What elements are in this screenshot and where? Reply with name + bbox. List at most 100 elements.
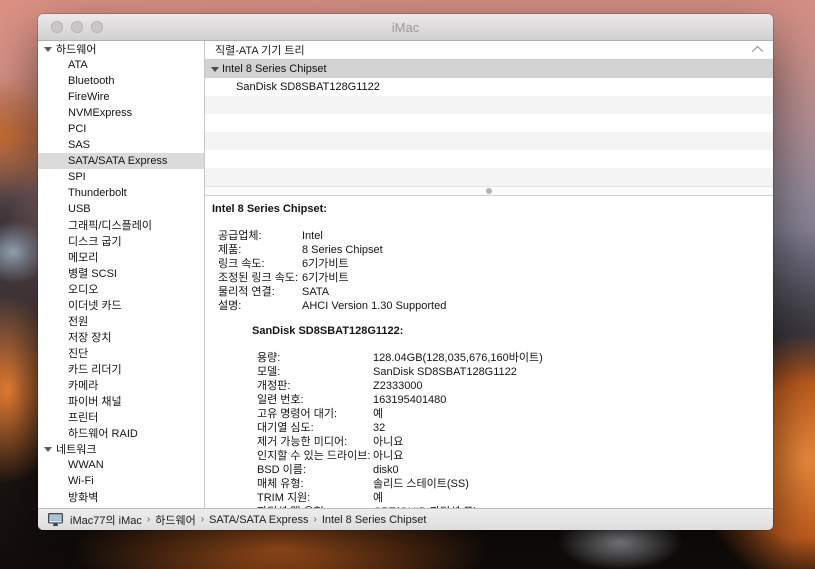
sidebar-item-kr-2[interactable]: 방화벽	[38, 489, 204, 505]
detail-value: SATA	[302, 285, 329, 299]
sidebar-item-nvmexpress[interactable]: NVMExpress	[38, 105, 204, 121]
breadcrumb-separator: ›	[201, 514, 204, 525]
breadcrumb-separator: ›	[313, 514, 316, 525]
detail-row: 조정된 링크 속도:6기가비트	[212, 271, 763, 285]
details-section-heading: SanDisk SD8SBAT128G1122:	[252, 324, 763, 338]
sidebar-item-raid[interactable]: 하드웨어 RAID	[38, 425, 204, 441]
sidebar-item-scsi[interactable]: 병렬 SCSI	[38, 265, 204, 281]
minimize-button[interactable]	[71, 21, 83, 33]
detail-row: 일련 번호:163195401480	[252, 393, 763, 407]
sidebar-item-kr-16[interactable]: 전원	[38, 313, 204, 329]
sidebar-item-kr-19[interactable]: 카드 리더기	[38, 361, 204, 377]
sidebar-item-sata-sata-express[interactable]: SATA/SATA Express	[38, 153, 204, 169]
sidebar-item-wi-fi[interactable]: Wi-Fi	[38, 473, 204, 489]
disclosure-triangle-icon[interactable]	[211, 67, 219, 72]
sidebar-item-firewire[interactable]: FireWire	[38, 89, 204, 105]
sidebar-item-spi[interactable]: SPI	[38, 169, 204, 185]
detail-row: 인지할 수 있는 드라이브:아니요	[252, 449, 763, 463]
sidebar-item-kr-17[interactable]: 저장 장치	[38, 329, 204, 345]
main-pane: 직렬-ATA 기기 트리 Intel 8 Series Chipset SanDi…	[205, 41, 773, 508]
detail-label: 링크 속도:	[218, 257, 302, 271]
tree-row-label: SanDisk SD8SBAT128G1122	[205, 81, 380, 93]
detail-row: 설명:AHCI Version 1.30 Supported	[212, 299, 763, 313]
zoom-button[interactable]	[91, 21, 103, 33]
window-controls	[38, 21, 103, 33]
sidebar-item-wwan[interactable]: WWAN	[38, 457, 204, 473]
sidebar-item-pci[interactable]: PCI	[38, 121, 204, 137]
tree-column-header-label: 직렬-ATA 기기 트리	[215, 42, 305, 58]
breadcrumb: iMac77의 iMac›하드웨어›SATA/SATA Express›Inte…	[70, 512, 426, 528]
sidebar-item-label: 하드웨어 RAID	[68, 425, 138, 441]
sidebar-group-label: 네트워크	[56, 441, 96, 457]
detail-label: 제거 가능한 미디어:	[257, 435, 373, 449]
sidebar-item-kr-18[interactable]: 진단	[38, 345, 204, 361]
detail-row: 매체 유형:솔리드 스테이트(SS)	[252, 477, 763, 491]
device-tree: Intel 8 Series Chipset SanDisk SD8SBAT128…	[205, 60, 773, 186]
sidebar-group-kr-0[interactable]: 하드웨어	[38, 41, 204, 57]
sidebar-item-label: Bluetooth	[68, 75, 114, 87]
disclosure-triangle-icon[interactable]	[44, 447, 52, 452]
sidebar-item-kr-20[interactable]: 카메라	[38, 377, 204, 393]
sidebar-item-label: 프린터	[68, 409, 98, 425]
sidebar-item-label: NVMExpress	[68, 107, 132, 119]
sidebar-item-label: USB	[68, 203, 91, 215]
detail-value: 32	[373, 421, 385, 435]
tree-row-empty	[205, 114, 773, 132]
detail-value: 6기가비트	[302, 257, 349, 271]
sidebar-group-label: 하드웨어	[56, 41, 96, 57]
tree-column-header[interactable]: 직렬-ATA 기기 트리	[205, 41, 773, 60]
sidebar-item-label: SPI	[68, 171, 86, 183]
sort-ascending-icon	[752, 46, 763, 57]
tree-row-label: Intel 8 Series Chipset	[222, 63, 327, 75]
sidebar-item-kr-12[interactable]: 메모리	[38, 249, 204, 265]
window-body: 하드웨어 ATA Bluetooth FireWire NVMExpress PCI SAS…	[38, 41, 773, 508]
sidebar-item-thunderbolt[interactable]: Thunderbolt	[38, 185, 204, 201]
detail-label: BSD 이름:	[257, 463, 373, 477]
sidebar-item-label: 디스크 굽기	[68, 233, 122, 249]
sidebar-item-kr-11[interactable]: 디스크 굽기	[38, 233, 204, 249]
sidebar-item-usb[interactable]: USB	[38, 201, 204, 217]
window-title: iMac	[38, 20, 773, 35]
sidebar-item-kr-15[interactable]: 이더넷 카드	[38, 297, 204, 313]
detail-label: 모델:	[257, 365, 373, 379]
breadcrumb-segment: iMac77의 iMac	[70, 512, 142, 528]
sidebar-item-label: Wi-Fi	[68, 475, 94, 487]
sidebar-item-kr-21[interactable]: 파이버 채널	[38, 393, 204, 409]
details-section-intel-8-series-chipset: Intel 8 Series Chipset:공급업체:Intel제품:8 Se…	[212, 202, 763, 313]
detail-label: 개정판:	[257, 379, 373, 393]
sidebar-item-label: WWAN	[68, 459, 104, 471]
sidebar-item-bluetooth[interactable]: Bluetooth	[38, 73, 204, 89]
sidebar-item-label: 이더넷 카드	[68, 297, 122, 313]
close-button[interactable]	[51, 21, 63, 33]
sidebar-item-sas[interactable]: SAS	[38, 137, 204, 153]
detail-value: disk0	[373, 463, 399, 477]
detail-value: AHCI Version 1.30 Supported	[302, 299, 446, 313]
sidebar-group-kr-1[interactable]: 네트워크	[38, 441, 204, 457]
detail-label: 대기열 심도:	[257, 421, 373, 435]
tree-row-intel-8-series-chipset[interactable]: Intel 8 Series Chipset	[205, 60, 773, 78]
sidebar-item-kr-14[interactable]: 오디오	[38, 281, 204, 297]
tree-row-empty	[205, 96, 773, 114]
detail-label: 설명:	[218, 299, 302, 313]
breadcrumb-segment: SATA/SATA Express	[209, 514, 308, 526]
sidebar-item-label: Thunderbolt	[68, 187, 127, 199]
sidebar-item-label: ATA	[68, 59, 88, 71]
detail-row: 대기열 심도:32	[252, 421, 763, 435]
sidebar-item-label: 오디오	[68, 281, 98, 297]
sidebar-item-label: 메모리	[68, 249, 98, 265]
sidebar-item-ata[interactable]: ATA	[38, 57, 204, 73]
detail-row: 용량:128.04GB(128,035,676,160바이트)	[252, 351, 763, 365]
sidebar-item-kr-10[interactable]: 그래픽/디스플레이	[38, 217, 204, 233]
sidebar-item-label: 병렬 SCSI	[68, 265, 117, 281]
detail-value: Z2333000	[373, 379, 423, 393]
sidebar-item-label: 카메라	[68, 377, 98, 393]
sidebar-item-label: SATA/SATA Express	[68, 155, 167, 167]
sidebar: 하드웨어 ATA Bluetooth FireWire NVMExpress PCI SAS…	[38, 41, 205, 508]
sidebar-item-kr-22[interactable]: 프린터	[38, 409, 204, 425]
pane-splitter[interactable]	[205, 186, 773, 196]
sidebar-item-label: 진단	[68, 345, 88, 361]
tree-row-sandisk-sd8sbat128g1122[interactable]: SanDisk SD8SBAT128G1122	[205, 78, 773, 96]
sidebar-item-label: SAS	[68, 139, 90, 151]
disclosure-triangle-icon[interactable]	[44, 47, 52, 52]
detail-value: Intel	[302, 229, 323, 243]
